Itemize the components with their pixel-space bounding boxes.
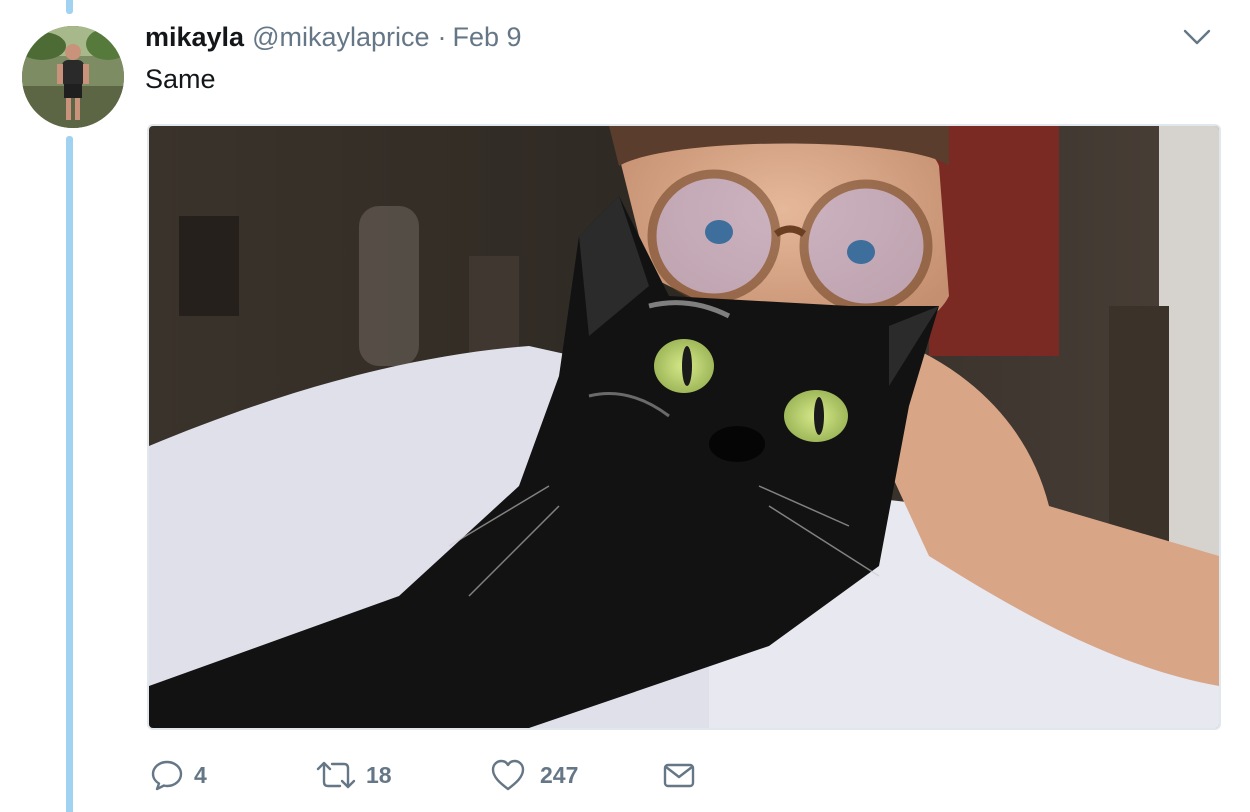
thread-connector-top: [66, 0, 73, 14]
thread-connector: [66, 136, 73, 812]
reply-button[interactable]: 4: [150, 752, 207, 798]
tweet-actions: 4 18 247: [148, 752, 748, 798]
timestamp[interactable]: Feb 9: [453, 22, 522, 53]
like-button[interactable]: 247: [490, 752, 578, 798]
tweet[interactable]: mikayla @mikaylaprice · Feb 9 Same 4 18 …: [0, 0, 1250, 812]
chevron-down-icon[interactable]: [1180, 22, 1214, 52]
like-count: 247: [540, 761, 579, 788]
tweet-header: mikayla @mikaylaprice · Feb 9: [145, 22, 522, 62]
retweet-arrows-icon: [316, 758, 356, 792]
display-name[interactable]: mikayla: [145, 22, 244, 53]
envelope-icon: [662, 758, 696, 792]
retweet-button[interactable]: 18: [316, 752, 392, 798]
username[interactable]: @mikaylaprice: [252, 22, 429, 53]
separator-dot: ·: [437, 22, 447, 52]
reply-count: 4: [194, 761, 207, 788]
avatar[interactable]: [22, 26, 124, 128]
retweet-count: 18: [366, 761, 392, 788]
direct-message-button[interactable]: [662, 752, 696, 798]
tweet-photo[interactable]: [147, 124, 1221, 730]
tweet-text: Same: [145, 64, 216, 94]
speech-bubble-icon: [150, 758, 184, 792]
heart-icon: [490, 758, 526, 792]
